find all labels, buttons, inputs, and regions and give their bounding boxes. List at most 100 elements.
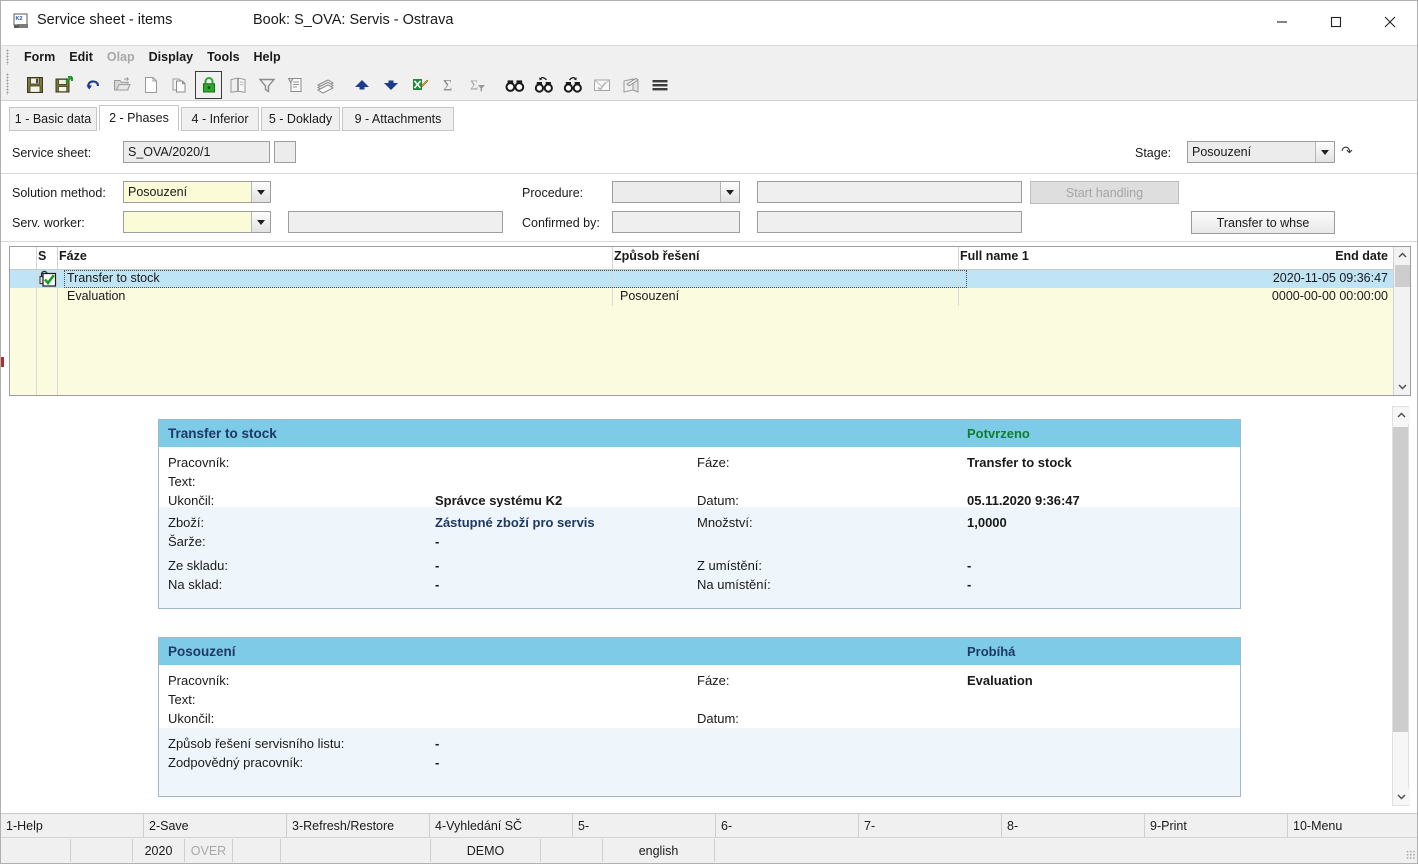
menu-item-display[interactable]: Display	[142, 48, 200, 66]
find-icon[interactable]	[501, 71, 528, 99]
serv-worker-label: Serv. worker:	[12, 216, 85, 230]
phases-grid: S Fáze Způsob řešení Full name 1 End dat…	[9, 246, 1411, 396]
print-icon[interactable]	[311, 71, 338, 99]
field-value-na-umisteni: -	[967, 577, 972, 592]
field-label-faze: Fáze:	[697, 673, 730, 688]
save-icon[interactable]	[21, 71, 48, 99]
grid-col-status[interactable]: S	[38, 249, 46, 263]
table-row[interactable]: Evaluation Posouzení 0000-00-00 00:00:00	[10, 288, 1395, 306]
move-down-icon[interactable]	[377, 71, 404, 99]
stage-label: Stage:	[1135, 146, 1172, 160]
confirmed-by-text-input[interactable]	[757, 211, 1022, 233]
fkey-1-help[interactable]: 1-Help	[1, 814, 144, 837]
chevron-down-icon[interactable]	[1394, 378, 1410, 395]
toolbar-grip-icon	[6, 73, 9, 95]
transfer-to-whse-button[interactable]: Transfer to whse	[1191, 211, 1335, 234]
field-label-mnozstvi: Množství:	[697, 515, 753, 530]
grid-col-zpusob-reseni[interactable]: Způsob řešení	[614, 249, 699, 263]
tab-phases[interactable]: 2 - Phases	[99, 105, 179, 131]
copy-icon[interactable]	[166, 71, 193, 99]
stage-value: Posouzení	[1192, 145, 1252, 159]
procedure-text-input[interactable]	[757, 181, 1022, 203]
tab-basic-data[interactable]: 1 - Basic data	[9, 107, 97, 131]
fkey-4-vyhledani-sc[interactable]: 4-Vyhledání SČ	[430, 814, 573, 837]
close-button[interactable]	[1363, 1, 1417, 43]
chevron-up-icon[interactable]	[1393, 407, 1410, 424]
open-folder-icon[interactable]	[108, 71, 135, 99]
field-label-zbozi: Zboží:	[168, 515, 205, 530]
table-row[interactable]: Transfer to stock 2020-11-05 09:36:47	[10, 270, 1395, 288]
fkey-2-save[interactable]: 2-Save	[144, 814, 287, 837]
field-label-datum: Datum:	[697, 711, 739, 726]
grid-col-full-name[interactable]: Full name 1	[960, 249, 1029, 263]
history-icon[interactable]: ↷	[1341, 143, 1353, 160]
fkey-8[interactable]: 8-	[1002, 814, 1145, 837]
field-value-faze: Transfer to stock	[967, 455, 1072, 470]
confirmed-by-input[interactable]	[612, 211, 740, 233]
toolbar: Σ Σ	[1, 67, 1417, 101]
row-zpusob-reseni: Posouzení	[620, 289, 680, 303]
fkey-7[interactable]: 7-	[859, 814, 1002, 837]
fkey-5[interactable]: 5-	[573, 814, 716, 837]
fkey-6[interactable]: 6-	[716, 814, 859, 837]
tab-doklady[interactable]: 5 - Doklady	[261, 107, 340, 131]
left-edge-marker	[1, 357, 4, 367]
field-value-z-umisteni: -	[967, 558, 972, 573]
fkey-3-refresh-restore[interactable]: 3-Refresh/Restore	[287, 814, 430, 837]
book-icon[interactable]	[224, 71, 251, 99]
chevron-down-icon[interactable]	[251, 212, 270, 232]
procedure-combo[interactable]	[612, 181, 740, 203]
stage-combo[interactable]: Posouzení	[1187, 141, 1335, 163]
grid-vertical-scrollbar[interactable]	[1393, 247, 1410, 395]
chevron-up-icon[interactable]	[1394, 247, 1410, 264]
maximize-button[interactable]	[1309, 1, 1363, 43]
serv-worker-combo[interactable]	[123, 211, 271, 233]
menu-item-tools[interactable]: Tools	[200, 48, 246, 66]
detail-scroll-thumb[interactable]	[1393, 427, 1408, 732]
menu-item-help[interactable]: Help	[247, 48, 288, 66]
fkey-9-print[interactable]: 9-Print	[1145, 814, 1288, 837]
grid-col-end-date[interactable]: End date	[1238, 249, 1388, 263]
field-value-zbozi[interactable]: Zástupné zboží pro servis	[435, 515, 595, 530]
field-value-sarze: -	[435, 534, 440, 549]
excel-export-icon[interactable]	[406, 71, 433, 99]
mail-icon[interactable]	[588, 71, 615, 99]
service-sheet-lookup-button[interactable]	[274, 141, 296, 163]
grid-col-faze[interactable]: Fáze	[59, 249, 87, 263]
new-document-icon[interactable]	[137, 71, 164, 99]
sum-icon[interactable]: Σ	[435, 71, 462, 99]
find-previous-icon[interactable]	[530, 71, 557, 99]
chevron-down-icon[interactable]	[251, 182, 270, 202]
solution-method-value: Posouzení	[128, 185, 188, 199]
filter-icon[interactable]	[253, 71, 280, 99]
row-faze: Transfer to stock	[67, 271, 160, 285]
undo-icon[interactable]	[79, 71, 106, 99]
sum-filtered-icon[interactable]: Σ	[464, 71, 491, 99]
find-next-icon[interactable]	[559, 71, 586, 99]
tab-inferior[interactable]: 4 - Inferior	[181, 107, 259, 131]
service-sheet-input[interactable]: S_OVA/2020/1	[123, 141, 270, 163]
save-and-close-icon[interactable]	[50, 71, 77, 99]
window-resize-grip[interactable]	[1406, 850, 1416, 860]
chevron-down-icon[interactable]	[1315, 142, 1334, 162]
conditions-icon[interactable]	[282, 71, 309, 99]
minimize-button[interactable]	[1255, 1, 1309, 43]
lock-icon[interactable]	[195, 71, 222, 99]
menu-item-edit[interactable]: Edit	[62, 48, 100, 66]
detail-vertical-scrollbar[interactable]	[1392, 406, 1410, 806]
chevron-down-icon[interactable]	[1393, 788, 1410, 805]
phase-detail-area: Transfer to stock Potvrzeno Pracovník: T…	[1, 399, 1417, 811]
menu-item-form[interactable]: Form	[17, 48, 62, 66]
grid-scroll-thumb[interactable]	[1395, 265, 1410, 287]
chevron-down-icon[interactable]	[720, 182, 739, 202]
status-bar: 2020 OVER DEMO english	[1, 837, 1417, 863]
field-label-z-umisteni: Z umístění:	[697, 558, 763, 573]
fkey-10-menu[interactable]: 10-Menu	[1288, 814, 1417, 837]
menu-lines-icon[interactable]	[646, 71, 673, 99]
move-up-icon[interactable]	[348, 71, 375, 99]
panel-status-badge: Probíhá	[967, 644, 1016, 659]
notes-icon[interactable]	[617, 71, 644, 99]
solution-method-combo[interactable]: Posouzení	[123, 181, 271, 203]
serv-worker-text-input[interactable]	[288, 211, 503, 233]
tab-attachments[interactable]: 9 - Attachments	[342, 107, 454, 131]
